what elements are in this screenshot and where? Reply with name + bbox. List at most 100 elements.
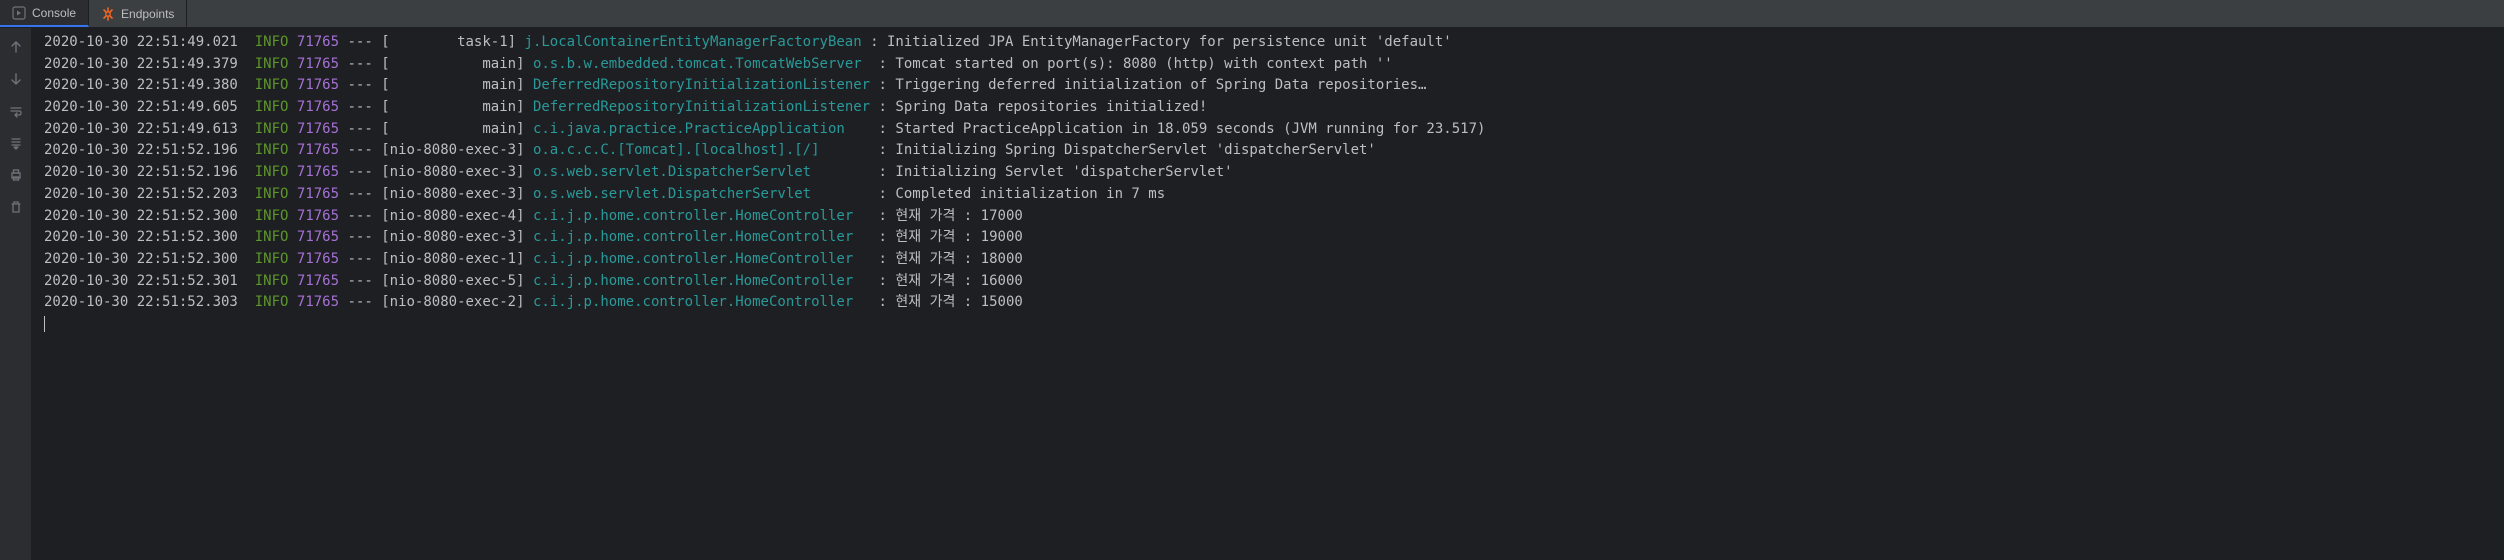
log-timestamp: 2020-10-30 22:51:49.613 (44, 121, 238, 137)
log-line: 2020-10-30 22:51:49.379 INFO 71765 --- [… (32, 54, 2504, 76)
log-thread: [nio-8080-exec-4] (381, 208, 524, 224)
log-logger: DeferredRepositoryInitializationListener (533, 99, 870, 115)
log-line: 2020-10-30 22:51:52.303 INFO 71765 --- [… (32, 292, 2504, 314)
log-message: Tomcat started on port(s): 8080 (http) w… (895, 56, 1392, 72)
log-logger: c.i.java.practice.PracticeApplication (533, 121, 870, 137)
log-line: 2020-10-30 22:51:49.613 INFO 71765 --- [… (32, 119, 2504, 141)
endpoints-icon (101, 7, 115, 21)
console-output[interactable]: 2020-10-30 22:51:49.021 INFO 71765 --- [… (32, 28, 2504, 560)
log-level: INFO (255, 294, 297, 310)
log-line: 2020-10-30 22:51:52.300 INFO 71765 --- [… (32, 227, 2504, 249)
log-colon: : (879, 229, 887, 245)
log-timestamp: 2020-10-30 22:51:52.196 (44, 142, 238, 158)
log-pid: 71765 (297, 56, 339, 72)
log-pid: 71765 (297, 229, 339, 245)
tab-console-label: Console (32, 6, 76, 20)
log-line: 2020-10-30 22:51:52.203 INFO 71765 --- [… (32, 184, 2504, 206)
tab-console[interactable]: Console (0, 0, 89, 27)
log-timestamp: 2020-10-30 22:51:52.300 (44, 251, 238, 267)
log-pid: 71765 (297, 77, 339, 93)
log-line: 2020-10-30 22:51:49.605 INFO 71765 --- [… (32, 97, 2504, 119)
log-level: INFO (255, 273, 297, 289)
clear-button[interactable] (5, 196, 27, 218)
log-thread: [ main] (381, 99, 524, 115)
log-colon: : (879, 164, 887, 180)
log-thread: [nio-8080-exec-1] (381, 251, 524, 267)
log-thread: [nio-8080-exec-3] (381, 164, 524, 180)
log-logger: DeferredRepositoryInitializationListener (533, 77, 870, 93)
log-logger: o.s.web.servlet.DispatcherServlet (533, 186, 870, 202)
log-logger: j.LocalContainerEntityManagerFactoryBean (525, 34, 862, 50)
log-level: INFO (255, 208, 297, 224)
log-pid: 71765 (297, 142, 339, 158)
log-pid: 71765 (297, 34, 339, 50)
log-level: INFO (255, 121, 297, 137)
log-pid: 71765 (297, 251, 339, 267)
left-toolbar (0, 28, 32, 560)
scroll-down-button[interactable] (5, 68, 27, 90)
tab-endpoints[interactable]: Endpoints (89, 0, 187, 27)
log-level: INFO (255, 77, 297, 93)
log-logger: o.s.b.w.embedded.tomcat.TomcatWebServer (533, 56, 870, 72)
log-message: Initializing Servlet 'dispatcherServlet' (895, 164, 1232, 180)
log-line: 2020-10-30 22:51:52.301 INFO 71765 --- [… (32, 271, 2504, 293)
log-separator: --- (347, 186, 372, 202)
log-thread: [ main] (381, 121, 524, 137)
scroll-up-button[interactable] (5, 36, 27, 58)
log-message: 현재 가격 : 17000 (895, 208, 1022, 224)
log-timestamp: 2020-10-30 22:51:49.021 (44, 34, 238, 50)
main-area: 2020-10-30 22:51:49.021 INFO 71765 --- [… (0, 28, 2504, 560)
log-level: INFO (255, 251, 297, 267)
log-pid: 71765 (297, 121, 339, 137)
log-line: 2020-10-30 22:51:49.021 INFO 71765 --- [… (32, 32, 2504, 54)
log-separator: --- (347, 208, 372, 224)
log-logger: c.i.j.p.home.controller.HomeController (533, 273, 870, 289)
log-thread: [nio-8080-exec-5] (381, 273, 524, 289)
log-timestamp: 2020-10-30 22:51:52.300 (44, 208, 238, 224)
input-caret-line[interactable] (32, 314, 2504, 336)
log-logger: o.a.c.c.C.[Tomcat].[localhost].[/] (533, 142, 870, 158)
log-separator: --- (347, 99, 372, 115)
log-colon: : (879, 186, 887, 202)
log-level: INFO (255, 142, 297, 158)
log-message: Triggering deferred initialization of Sp… (895, 77, 1426, 93)
log-line: 2020-10-30 22:51:49.380 INFO 71765 --- [… (32, 75, 2504, 97)
print-button[interactable] (5, 164, 27, 186)
log-level: INFO (255, 99, 297, 115)
log-pid: 71765 (297, 294, 339, 310)
log-colon: : (879, 56, 887, 72)
log-thread: [ task-1] (381, 34, 516, 50)
log-thread: [ main] (381, 56, 524, 72)
log-colon: : (879, 77, 887, 93)
log-logger: c.i.j.p.home.controller.HomeController (533, 294, 870, 310)
log-line: 2020-10-30 22:51:52.196 INFO 71765 --- [… (32, 140, 2504, 162)
log-level: INFO (255, 56, 297, 72)
log-pid: 71765 (297, 208, 339, 224)
log-pid: 71765 (297, 186, 339, 202)
log-timestamp: 2020-10-30 22:51:52.196 (44, 164, 238, 180)
scroll-to-end-button[interactable] (5, 132, 27, 154)
log-pid: 71765 (297, 99, 339, 115)
log-separator: --- (347, 34, 372, 50)
log-message: Completed initialization in 7 ms (895, 186, 1165, 202)
log-message: Initializing Spring DispatcherServlet 'd… (895, 142, 1375, 158)
soft-wrap-button[interactable] (5, 100, 27, 122)
log-message: 현재 가격 : 19000 (895, 229, 1022, 245)
log-separator: --- (347, 251, 372, 267)
log-colon: : (879, 273, 887, 289)
log-message: Started PracticeApplication in 18.059 se… (895, 121, 1485, 137)
log-thread: [nio-8080-exec-3] (381, 186, 524, 202)
log-message: 현재 가격 : 15000 (895, 294, 1022, 310)
log-logger: o.s.web.servlet.DispatcherServlet (533, 164, 870, 180)
tab-endpoints-label: Endpoints (121, 7, 174, 21)
log-separator: --- (347, 294, 372, 310)
log-separator: --- (347, 229, 372, 245)
log-pid: 71765 (297, 164, 339, 180)
log-thread: [nio-8080-exec-3] (381, 229, 524, 245)
log-level: INFO (255, 164, 297, 180)
log-timestamp: 2020-10-30 22:51:52.303 (44, 294, 238, 310)
log-timestamp: 2020-10-30 22:51:52.300 (44, 229, 238, 245)
log-timestamp: 2020-10-30 22:51:52.301 (44, 273, 238, 289)
log-colon: : (879, 99, 887, 115)
log-pid: 71765 (297, 273, 339, 289)
